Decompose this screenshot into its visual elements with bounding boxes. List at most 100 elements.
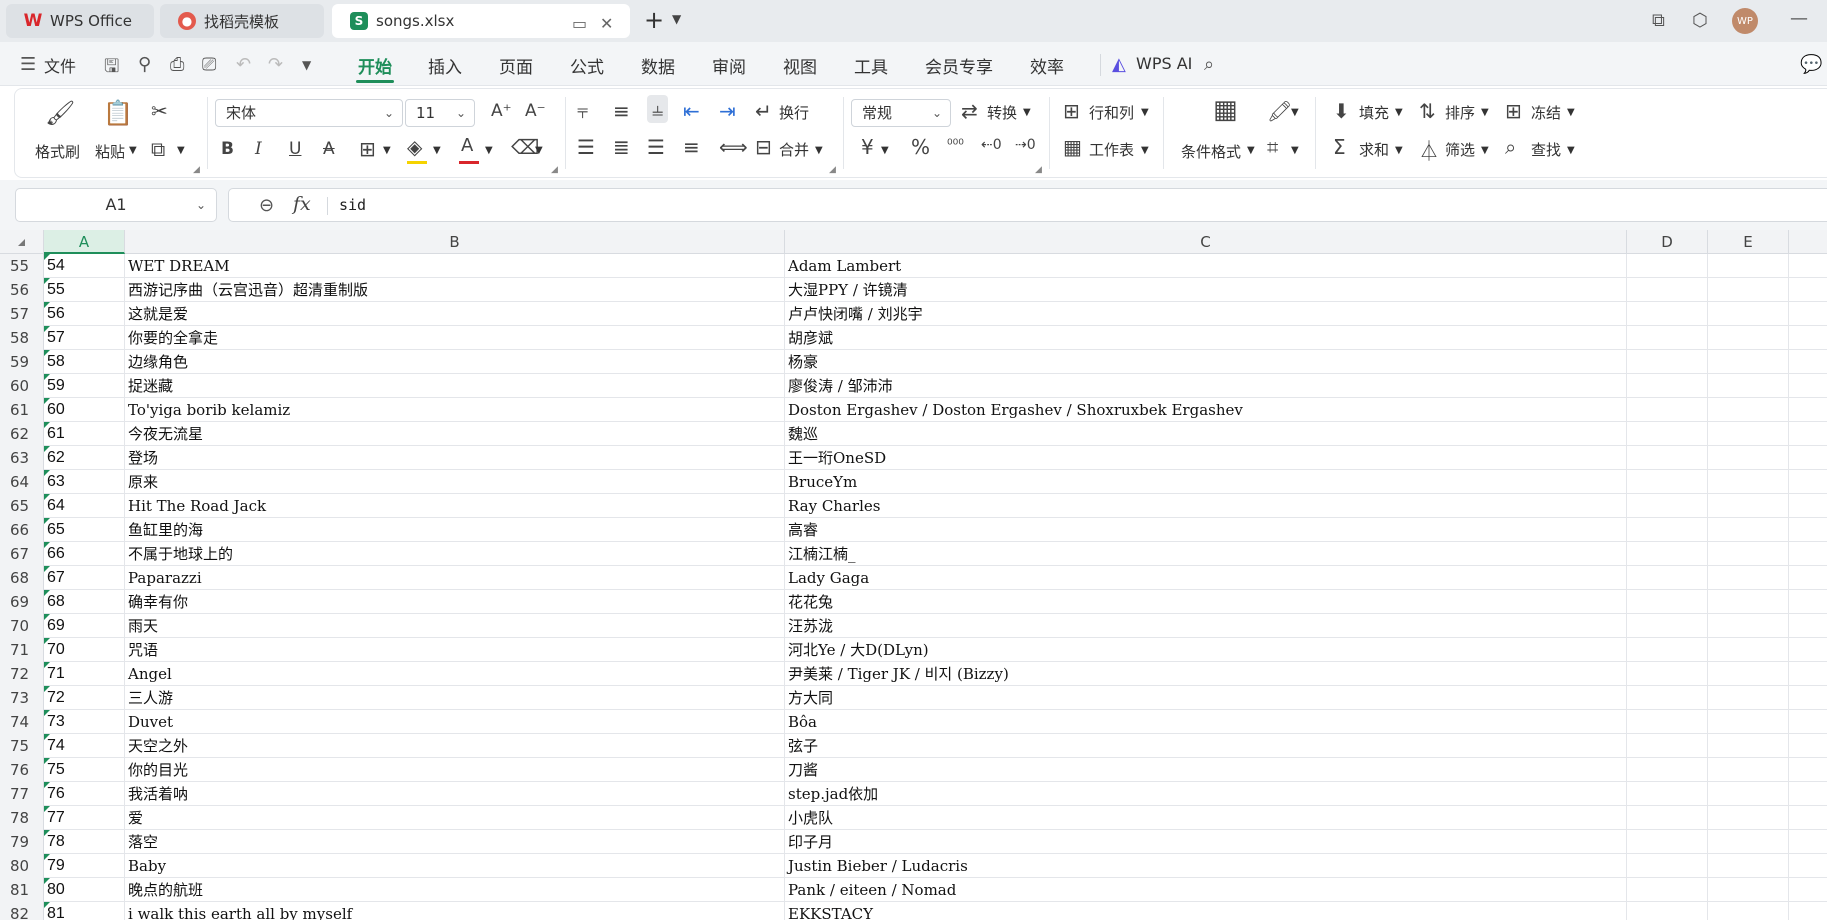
cell-c[interactable]: 魏巡	[785, 422, 1627, 446]
cell-b[interactable]: 西游记序曲（云宫迅音）超清重制版	[125, 278, 785, 302]
highlight-icon[interactable]: ◈	[407, 135, 422, 159]
cell-c[interactable]: 卢卢快闭嘴 / 刘兆宇	[785, 302, 1627, 326]
cell-d[interactable]	[1627, 878, 1708, 902]
chevron-down-icon[interactable]: ▼	[815, 145, 823, 156]
cell-e[interactable]	[1708, 710, 1789, 734]
cell-e[interactable]	[1708, 374, 1789, 398]
menu-tab-home[interactable]: 开始	[358, 53, 392, 78]
cell-a[interactable]: 76	[44, 782, 125, 806]
formula-input[interactable]: ⊖ fx sid	[228, 188, 1827, 222]
bold-icon[interactable]: B	[221, 139, 234, 159]
currency-icon[interactable]: ¥	[861, 135, 874, 159]
wrap-button[interactable]: 换行	[779, 102, 809, 123]
cell-a[interactable]: 69	[44, 614, 125, 638]
cell-a[interactable]: 74	[44, 734, 125, 758]
cell-d[interactable]	[1627, 470, 1708, 494]
cell-b[interactable]: WET DREAM	[125, 254, 785, 278]
cell-d[interactable]	[1627, 854, 1708, 878]
avatar[interactable]: WP	[1732, 8, 1758, 34]
indent-decrease-icon[interactable]: ⇤	[683, 99, 700, 123]
filter-icon[interactable]: ⏃	[1419, 135, 1439, 164]
cell-d[interactable]	[1627, 686, 1708, 710]
cell-d[interactable]	[1627, 638, 1708, 662]
cell-e[interactable]	[1708, 758, 1789, 782]
cell-e[interactable]	[1708, 686, 1789, 710]
cell-c[interactable]: EKKSTACY	[785, 902, 1627, 920]
chevron-down-icon[interactable]: ▼	[1395, 145, 1403, 156]
cell-c[interactable]: 江楠江楠_	[785, 542, 1627, 566]
cell-e[interactable]	[1708, 542, 1789, 566]
zoom-icon[interactable]: ⊖	[259, 195, 274, 216]
cell-a[interactable]: 64	[44, 494, 125, 518]
cell-c[interactable]: 花花兔	[785, 590, 1627, 614]
cell-a[interactable]: 81	[44, 902, 125, 920]
fill-icon[interactable]: ⬇	[1333, 99, 1350, 123]
print-preview-icon[interactable]: ⎚	[202, 54, 216, 75]
cell-c[interactable]: Adam Lambert	[785, 254, 1627, 278]
cell-c[interactable]: 小虎队	[785, 806, 1627, 830]
cell-a[interactable]: 66	[44, 542, 125, 566]
thousands-icon[interactable]: ⁰⁰⁰	[947, 137, 964, 153]
conditional-format-button[interactable]: 条件格式	[1181, 141, 1241, 162]
merge-icon[interactable]: ⊟	[755, 135, 772, 159]
cell-b[interactable]: 确幸有你	[125, 590, 785, 614]
cell-c[interactable]: Pank / eiteen / Nomad	[785, 878, 1627, 902]
decrease-decimal-icon[interactable]: ⇠0	[981, 137, 1002, 153]
row-number[interactable]: 59	[0, 350, 44, 374]
crop-icon[interactable]: ⌗	[1267, 135, 1278, 159]
align-middle-icon[interactable]: ≡	[613, 99, 630, 123]
chevron-down-icon[interactable]: ▼	[1247, 145, 1255, 156]
cell-c[interactable]: BruceYm	[785, 470, 1627, 494]
save-icon[interactable]: 🖫	[104, 54, 119, 84]
cell-a[interactable]: 54	[44, 254, 125, 278]
cell-b[interactable]: Hit The Road Jack	[125, 494, 785, 518]
cell-b[interactable]: Paparazzi	[125, 566, 785, 590]
rows-cols-button[interactable]: 行和列	[1089, 102, 1134, 123]
cell-d[interactable]	[1627, 614, 1708, 638]
cube-icon[interactable]: ⬡	[1692, 10, 1708, 31]
cell-e[interactable]	[1708, 806, 1789, 830]
cell-c[interactable]: 大湿PPY / 许镜清	[785, 278, 1627, 302]
cell-b[interactable]: 晚点的航班	[125, 878, 785, 902]
cell-d[interactable]	[1627, 542, 1708, 566]
freeze-button[interactable]: 冻结	[1531, 102, 1561, 123]
chevron-down-icon[interactable]: ▼	[433, 145, 441, 156]
copy-icon[interactable]: ⧉	[151, 137, 165, 161]
align-left-icon[interactable]: ☰	[577, 135, 595, 159]
cell-b[interactable]: 这就是爱	[125, 302, 785, 326]
justify-icon[interactable]: ≡	[683, 135, 700, 159]
cut-icon[interactable]: ✂	[151, 99, 168, 123]
cell-b[interactable]: 三人游	[125, 686, 785, 710]
cell-c[interactable]: 王一珩OneSD	[785, 446, 1627, 470]
row-number[interactable]: 71	[0, 638, 44, 662]
row-number[interactable]: 57	[0, 302, 44, 326]
cell-a[interactable]: 73	[44, 710, 125, 734]
cell-e[interactable]	[1708, 518, 1789, 542]
row-number[interactable]: 60	[0, 374, 44, 398]
cell-e[interactable]	[1708, 470, 1789, 494]
cell-d[interactable]	[1627, 446, 1708, 470]
chevron-down-icon[interactable]: ▼	[1141, 107, 1149, 118]
cell-a[interactable]: 68	[44, 590, 125, 614]
column-header-e[interactable]: E	[1708, 230, 1789, 254]
cell-d[interactable]	[1627, 374, 1708, 398]
convert-icon[interactable]: ⇄	[961, 99, 978, 123]
chevron-down-icon[interactable]: ▼	[1481, 145, 1489, 156]
row-number[interactable]: 72	[0, 662, 44, 686]
cell-a[interactable]: 65	[44, 518, 125, 542]
align-bottom-icon[interactable]: ⫨	[647, 95, 669, 123]
row-number[interactable]: 74	[0, 710, 44, 734]
cell-b[interactable]: 你要的全拿走	[125, 326, 785, 350]
italic-icon[interactable]: I	[255, 139, 262, 159]
hamburger-icon[interactable]: ☰	[20, 54, 36, 75]
wrap-icon[interactable]: ↵	[755, 99, 772, 123]
tab-docer[interactable]: ● 找稻壳模板	[160, 4, 324, 38]
chevron-down-icon[interactable]: ▼	[1481, 107, 1489, 118]
merge-button[interactable]: 合并	[779, 139, 809, 160]
cell-a[interactable]: 67	[44, 566, 125, 590]
cell-d[interactable]	[1627, 830, 1708, 854]
paste-button[interactable]: 粘贴	[95, 141, 125, 162]
cell-e[interactable]	[1708, 830, 1789, 854]
row-number[interactable]: 75	[0, 734, 44, 758]
cell-b[interactable]: 天空之外	[125, 734, 785, 758]
